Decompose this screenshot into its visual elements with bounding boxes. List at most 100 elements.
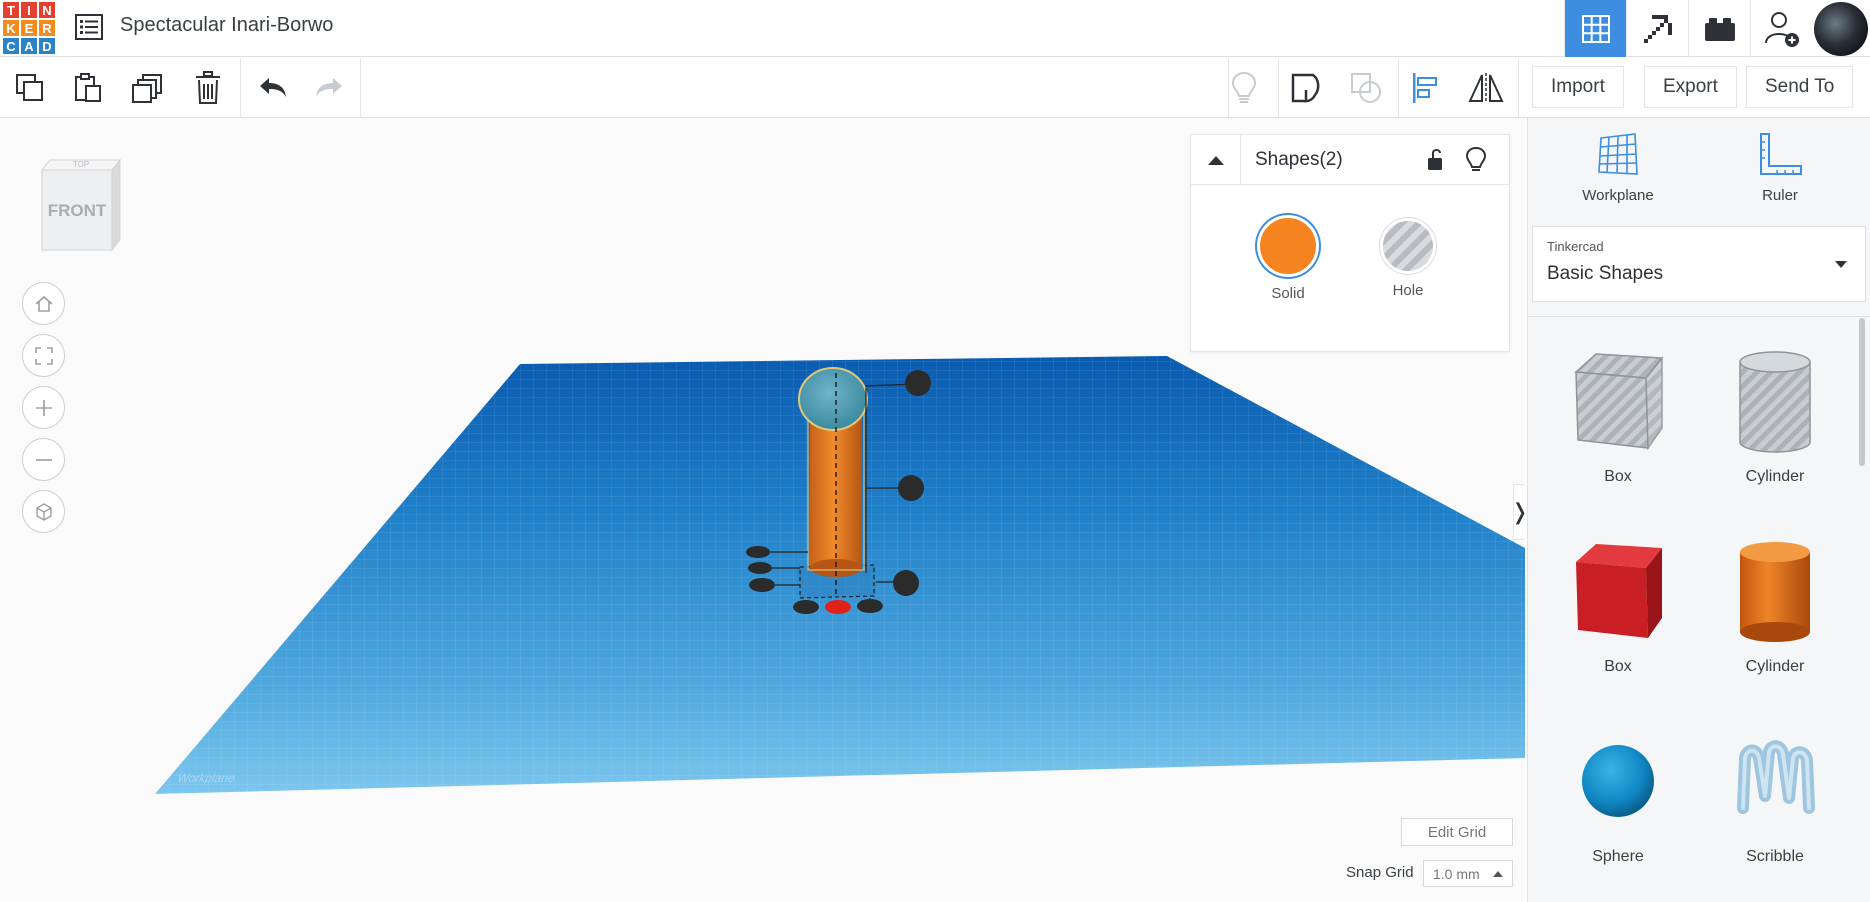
shape-label: Cylinder — [1745, 658, 1805, 675]
logo-letter: T — [2, 1, 20, 19]
zoom-out-button[interactable] — [22, 438, 65, 481]
logo-letter: D — [38, 37, 56, 55]
solid-option[interactable]: Solid — [1248, 215, 1328, 302]
export-button[interactable]: Export — [1644, 66, 1737, 108]
hole-swatch[interactable] — [1380, 218, 1436, 274]
size-handle[interactable] — [746, 546, 770, 558]
undo-button[interactable] — [252, 68, 292, 108]
solid-label: Solid — [1271, 285, 1305, 302]
fit-view-button[interactable] — [22, 334, 65, 377]
invite-user-button[interactable] — [1750, 0, 1812, 57]
sidebar-scrollbar[interactable] — [1859, 318, 1865, 466]
size-handle[interactable] — [793, 600, 819, 614]
hole-option[interactable]: Hole — [1368, 215, 1448, 299]
toolbar-separator — [1398, 58, 1399, 118]
copy-button[interactable] — [10, 68, 50, 108]
profile-avatar[interactable] — [1812, 0, 1870, 57]
hide-button[interactable] — [1465, 146, 1491, 174]
inspector-header: Shapes(2) — [1191, 135, 1509, 185]
lightbulb-icon — [1231, 71, 1257, 103]
toolbar-separator — [240, 58, 241, 118]
fit-view-icon — [34, 346, 53, 365]
view-cube-graphic: TOP FRONT — [40, 158, 122, 252]
ruler-tool[interactable]: Ruler — [1720, 132, 1840, 204]
collapse-inspector-button[interactable] — [1191, 135, 1241, 185]
delete-button[interactable] — [188, 68, 228, 108]
view-cube[interactable]: TOP FRONT — [38, 156, 124, 252]
logo-letter: E — [20, 19, 38, 37]
logo-letter: N — [38, 1, 56, 19]
paste-button[interactable] — [68, 68, 108, 108]
shape-label: Scribble — [1746, 848, 1804, 865]
shape-hole-cylinder[interactable]: Cylinder — [1710, 336, 1840, 516]
show-all-button[interactable] — [1224, 68, 1264, 108]
size-handle[interactable] — [748, 562, 772, 574]
workplane-icon — [1598, 133, 1638, 175]
redo-button[interactable] — [310, 68, 350, 108]
shape-scribble[interactable]: Scribble — [1710, 716, 1840, 896]
size-handle[interactable] — [749, 578, 775, 592]
copy-icon — [16, 74, 43, 101]
top-bar: T I N K E R C A D Spectacular Inari-Borw… — [0, 0, 1870, 57]
3d-viewport[interactable]: Workplane TOP FRONT Shapes(2) Solid Hole… — [0, 118, 1525, 902]
align-icon — [1413, 73, 1437, 103]
solid-swatch[interactable] — [1257, 215, 1319, 277]
shape-sphere[interactable]: Sphere — [1553, 716, 1683, 896]
pickaxe-icon — [1643, 14, 1672, 43]
align-button[interactable] — [1406, 68, 1446, 108]
group-button[interactable] — [1286, 68, 1326, 108]
lock-button[interactable] — [1423, 147, 1449, 173]
shape-label: Box — [1604, 658, 1632, 675]
workplane-watermark: Workplane — [175, 771, 237, 785]
grid-3d-icon — [1581, 14, 1610, 43]
perspective-icon — [35, 502, 52, 521]
bricks-view-button[interactable] — [1688, 0, 1750, 57]
position-handle[interactable] — [825, 600, 851, 614]
toggle-shapes-panel-button[interactable]: ❭ — [1511, 484, 1525, 540]
perspective-button[interactable] — [22, 490, 65, 533]
size-handle[interactable] — [898, 475, 924, 501]
zoom-in-icon — [35, 399, 52, 416]
shape-label: Sphere — [1592, 848, 1644, 865]
home-view-icon — [34, 295, 53, 312]
size-handle[interactable] — [857, 599, 883, 613]
toolbar-separator — [1278, 58, 1279, 118]
hole-label: Hole — [1392, 282, 1424, 299]
group-icon — [1291, 73, 1320, 103]
size-handle[interactable] — [893, 570, 919, 596]
shape-cylinder[interactable]: Cylinder — [1710, 526, 1840, 706]
height-handle[interactable] — [905, 370, 931, 396]
shape-library-dropdown[interactable]: Tinkercad Basic Shapes — [1532, 226, 1866, 302]
zoom-out-icon — [35, 458, 52, 461]
design-title[interactable]: Spectacular Inari-Borwo — [120, 14, 333, 37]
shape-hole-box[interactable]: Box — [1553, 336, 1683, 516]
selected-sphere[interactable] — [798, 367, 868, 431]
toolbar-separator — [360, 58, 361, 118]
tinkercad-logo[interactable]: T I N K E R C A D — [2, 1, 56, 55]
duplicate-icon — [132, 74, 162, 103]
caret-down-icon — [1835, 261, 1847, 268]
edit-grid-button[interactable]: Edit Grid — [1401, 818, 1513, 846]
zoom-in-button[interactable] — [22, 386, 65, 429]
import-button[interactable]: Import — [1532, 66, 1624, 108]
workplane-tool[interactable]: Workplane — [1558, 132, 1678, 204]
bricks-icon — [1704, 17, 1735, 41]
mirror-icon — [1468, 73, 1504, 103]
shape-box[interactable]: Box — [1553, 526, 1683, 706]
library-group-label: Tinkercad — [1547, 239, 1604, 254]
redo-icon — [316, 78, 342, 97]
3d-design-view-button[interactable] — [1564, 0, 1626, 57]
workplane-tool-label: Workplane — [1582, 187, 1654, 204]
duplicate-button[interactable] — [128, 68, 168, 108]
home-view-button[interactable] — [22, 282, 65, 325]
view-cube-top-label: TOP — [73, 160, 89, 169]
caret-up-icon — [1207, 156, 1224, 165]
mirror-button[interactable] — [1466, 68, 1506, 108]
snap-grid-select[interactable]: 1.0 mm — [1423, 860, 1513, 887]
sidebar-divider — [1528, 316, 1870, 317]
ungroup-button[interactable] — [1346, 68, 1386, 108]
edit-toolbar: Import Export Send To — [0, 58, 1870, 118]
blocks-view-button[interactable] — [1626, 0, 1688, 57]
design-list-button[interactable] — [74, 13, 104, 41]
send-to-button[interactable]: Send To — [1746, 66, 1854, 108]
